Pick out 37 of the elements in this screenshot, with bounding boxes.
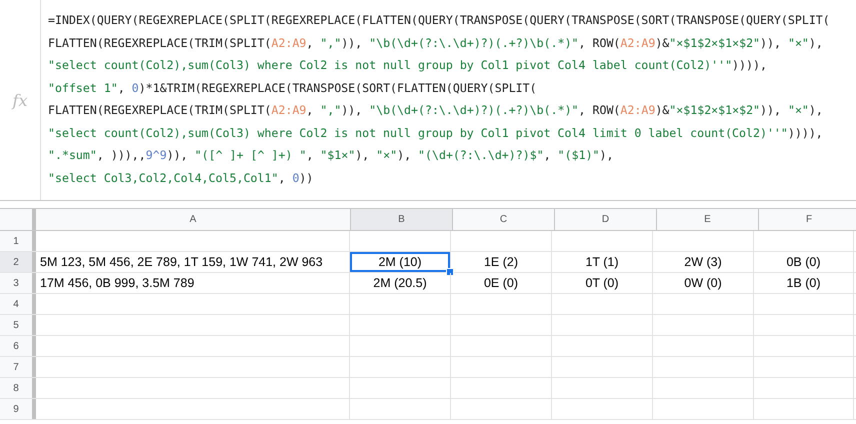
row-header[interactable]: 9: [0, 399, 36, 419]
table-cell[interactable]: 2M (20.5): [350, 273, 451, 293]
formula-line: "select count(Col2),sum(Col3) where Col2 is not null group by Col1 pivot Col4 label count(Col2)''")))),: [48, 57, 768, 74]
table-cell[interactable]: 2W (3): [653, 252, 754, 272]
table-cell[interactable]: 0B (0): [754, 252, 854, 272]
formula-line: ".*sum", ))),,9^9)), "([^ ]+ [^ ]+) ", "$1×"), "×"), "(\d+(?:\.\d+)?)$", "($1)"),: [48, 147, 615, 164]
row-header[interactable]: 6: [0, 336, 36, 356]
table-cell[interactable]: 1E (2): [451, 252, 552, 272]
formula-line: FLATTEN(REGEXREPLACE(TRIM(SPLIT(A2:A9, ",")), "\b(\d+(?:\.\d+)?)(.+?)\b(.*)", ROW(A2:A9)&"×$1$2×$1×$2")), "×"),: [48, 34, 824, 52]
row-header[interactable]: 5: [0, 315, 36, 335]
row-header[interactable]: 7: [0, 357, 36, 377]
column-header[interactable]: D: [555, 209, 657, 230]
row-header[interactable]: 3: [0, 273, 36, 293]
column-header[interactable]: A: [36, 209, 351, 230]
row-header[interactable]: 2: [0, 252, 36, 272]
table-cell[interactable]: 1B (0): [754, 273, 854, 293]
table-cell[interactable]: 0E (0): [451, 273, 552, 293]
table-cell[interactable]: 0W (0): [653, 273, 754, 293]
table-cell[interactable]: 2M (10): [350, 252, 451, 272]
formula-line: =INDEX(QUERY(REGEXREPLACE(SPLIT(REGEXREPLACE(FLATTEN(QUERY(TRANSPOSE(QUERY(TRANSPOSE(SORT(TRANSPOSE(QUERY(SPLIT(: [48, 12, 830, 29]
table-cell[interactable]: 17M 456, 0B 999, 3.5M 789: [36, 273, 350, 293]
row-header[interactable]: 4: [0, 294, 36, 314]
fx-label: fx: [12, 90, 28, 110]
formula-line: FLATTEN(REGEXREPLACE(TRIM(SPLIT(A2:A9, ",")), "\b(\d+(?:\.\d+)?)(.+?)\b(.*)", ROW(A2:A9)&"×$1$2×$1×$2")), "×"),: [48, 102, 824, 119]
row-header[interactable]: 8: [0, 378, 36, 398]
table-cell[interactable]: 5M 123, 5M 456, 2E 789, 1T 159, 1W 741, 2W 963: [36, 252, 350, 272]
column-header[interactable]: C: [453, 209, 555, 230]
formula-line: "select Col3,Col2,Col4,Col5,Col1", 0)): [48, 170, 314, 186]
column-header[interactable]: F: [759, 209, 856, 230]
table-cell[interactable]: 1T (1): [552, 252, 653, 272]
row-header[interactable]: 1: [0, 231, 36, 251]
column-header[interactable]: B: [351, 209, 453, 230]
column-header[interactable]: E: [657, 209, 759, 230]
formula-line: "select count(Col2),sum(Col3) where Col2 is not null group by Col1 pivot Col4 limit 0 label count(Col2)''")))),: [48, 124, 824, 142]
formula-line: "offset 1", 0)*1&TRIM(REGEXREPLACE(TRANSPOSE(SORT(FLATTEN(QUERY(SPLIT(: [48, 80, 538, 96]
fill-handle[interactable]: [446, 268, 454, 276]
table-cell[interactable]: 0T (0): [552, 273, 653, 293]
